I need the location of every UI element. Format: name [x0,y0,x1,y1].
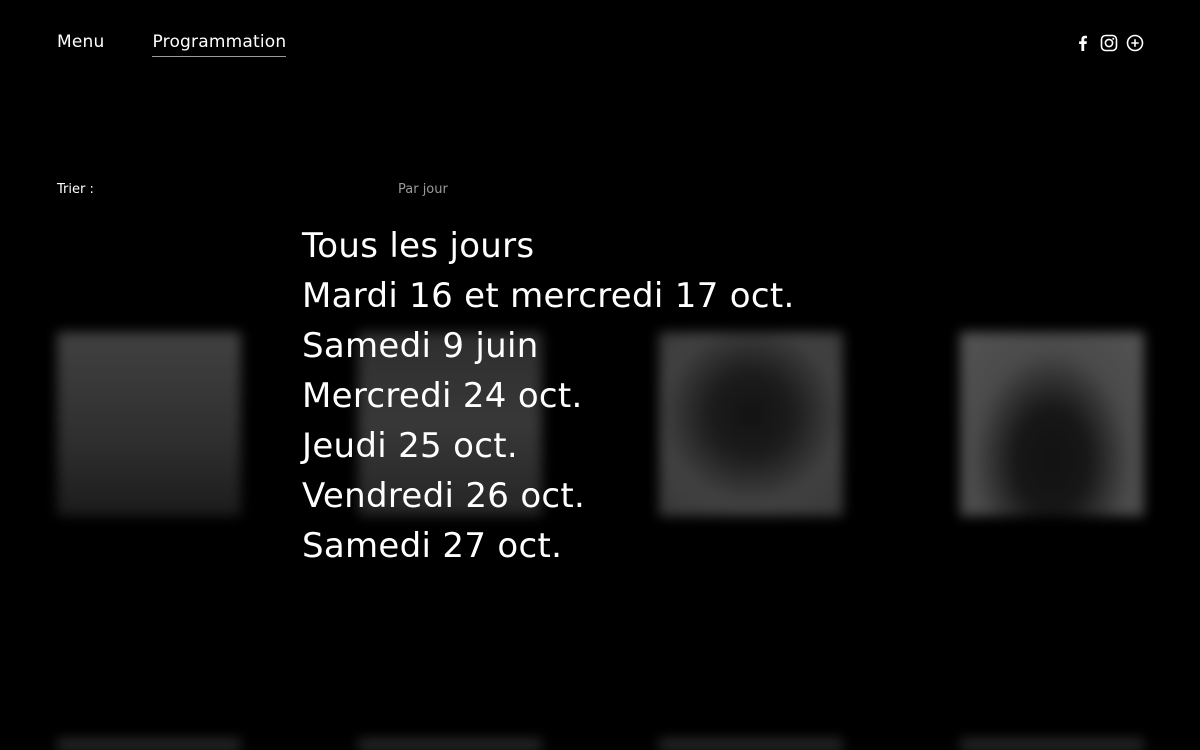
artist-card [960,332,1144,516]
day-option-all[interactable]: Tous les jours [302,221,795,271]
artist-card [57,332,241,516]
artist-photo [960,332,1144,516]
card-preview [659,738,843,750]
day-option[interactable]: Samedi 9 juin [302,321,795,371]
artist-photo [57,332,241,516]
day-option[interactable]: Mercredi 24 oct. [302,371,795,421]
day-option[interactable]: Vendredi 26 oct. [302,471,795,521]
card-preview [358,738,542,750]
day-option[interactable]: Jeudi 25 oct. [302,421,795,471]
card-preview [57,738,241,750]
day-option[interactable]: Mardi 16 et mercredi 17 oct. [302,271,795,321]
day-filter-list: Tous les jours Mardi 16 et mercredi 17 o… [302,221,795,571]
blurred-heading [57,240,69,280]
card-preview [960,738,1144,750]
day-option[interactable]: Samedi 27 oct. [302,521,795,571]
